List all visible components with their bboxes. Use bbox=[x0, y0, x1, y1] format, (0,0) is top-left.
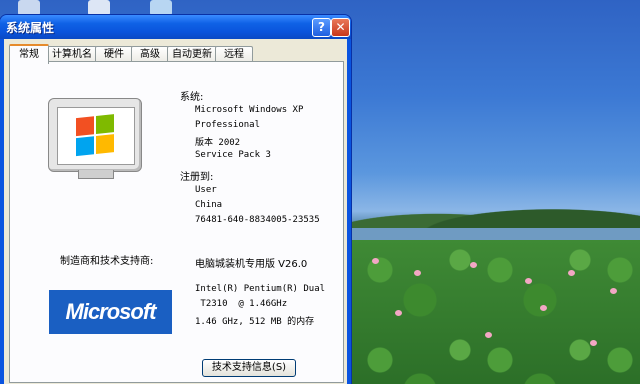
product-id: 76481-640-8834005-23535 bbox=[195, 215, 320, 225]
cpu-memory: 1.46 GHz, 512 MB 的内存 bbox=[195, 317, 315, 327]
windows-flag-icon bbox=[76, 114, 116, 158]
os-name: Microsoft Windows XP bbox=[195, 105, 304, 115]
windows-monitor-icon bbox=[48, 98, 142, 184]
cpu-line-2: T2310 @ 1.46GHz bbox=[195, 299, 288, 309]
registered-heading: 注册到: bbox=[180, 172, 214, 183]
lotus-flower bbox=[485, 332, 492, 338]
os-edition: Professional bbox=[195, 120, 261, 130]
tab-hardware[interactable]: 硬件 bbox=[95, 46, 133, 62]
help-button[interactable]: ? bbox=[312, 18, 331, 37]
tab-remote[interactable]: 远程 bbox=[215, 46, 253, 62]
system-properties-window: 系统属性 ? ✕ 常规 计算机名 硬件 高级 自动更新 远程 系统: Micro… bbox=[0, 15, 351, 384]
edition-text: 电脑城装机专用版 V26.0 bbox=[195, 259, 308, 270]
service-pack: Service Pack 3 bbox=[195, 150, 271, 160]
monitor-stand bbox=[78, 170, 114, 179]
support-info-button[interactable]: 技术支持信息(S) bbox=[202, 359, 296, 377]
dialog-body: 常规 计算机名 硬件 高级 自动更新 远程 系统: Microsoft Wind… bbox=[4, 39, 347, 384]
lotus-flower bbox=[395, 310, 402, 316]
ie-icon[interactable] bbox=[150, 0, 172, 16]
cpu-line-1: Intel(R) Pentium(R) Dual bbox=[195, 284, 326, 294]
window-title: 系统属性 bbox=[6, 21, 55, 35]
tab-general[interactable]: 常规 bbox=[9, 44, 49, 64]
monitor-screen bbox=[57, 107, 135, 165]
lotus-flower bbox=[568, 270, 575, 276]
word-icon[interactable] bbox=[88, 0, 110, 16]
lotus-flower bbox=[610, 288, 617, 294]
title-bar[interactable]: 系统属性 ? ✕ bbox=[0, 15, 351, 39]
lotus-flower bbox=[470, 262, 477, 268]
desktop-icon[interactable] bbox=[18, 0, 40, 16]
tab-advanced[interactable]: 高级 bbox=[131, 46, 169, 62]
lotus-flower bbox=[414, 270, 421, 276]
registered-user: User bbox=[195, 185, 217, 195]
tab-auto-update[interactable]: 自动更新 bbox=[167, 46, 217, 62]
lotus-flower bbox=[590, 340, 597, 346]
lotus-flower bbox=[372, 258, 379, 264]
close-button[interactable]: ✕ bbox=[331, 18, 350, 37]
lotus-flower bbox=[540, 305, 547, 311]
monitor-frame bbox=[48, 98, 142, 172]
tab-computer-name[interactable]: 计算机名 bbox=[47, 46, 97, 62]
registered-org: China bbox=[195, 200, 223, 210]
manufacturer-label: 制造商和技术支持商: bbox=[60, 256, 154, 267]
os-version: 版本 2002 bbox=[195, 138, 241, 148]
system-heading: 系统: bbox=[180, 92, 204, 103]
general-panel: 系统: Microsoft Windows XP Professional 版本… bbox=[9, 61, 344, 383]
microsoft-logo: Microsoft bbox=[49, 290, 172, 334]
lotus-flower bbox=[525, 278, 532, 284]
